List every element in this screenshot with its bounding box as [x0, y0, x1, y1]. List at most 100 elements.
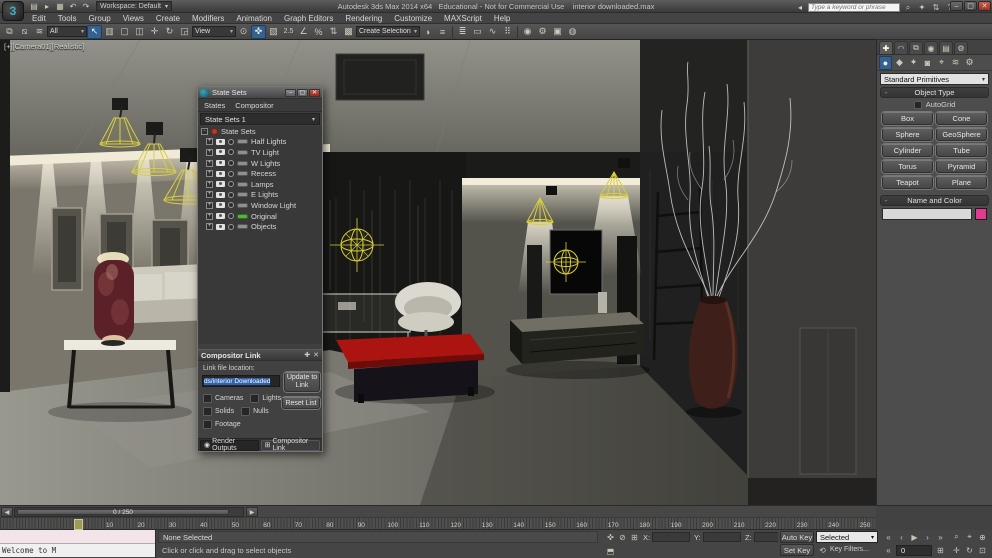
spacewarps-icon[interactable]: ≋	[949, 56, 962, 70]
go-to-end-icon[interactable]: »	[934, 531, 947, 543]
nulls-checkbox[interactable]	[241, 407, 250, 416]
minimize-button[interactable]: –	[950, 1, 963, 11]
unlink-selection-icon[interactable]: ⧅	[17, 25, 32, 39]
dialog-close-icon[interactable]: ✕	[309, 89, 320, 97]
footage-checkbox[interactable]	[203, 420, 212, 429]
spinner-snap-icon[interactable]: ⇅	[326, 25, 341, 39]
state-row[interactable]: + TV Light	[198, 147, 322, 158]
menu-animation[interactable]: Animation	[230, 14, 278, 23]
play-icon[interactable]: ▶	[908, 531, 921, 543]
state-toggle-icon[interactable]	[237, 182, 248, 187]
shapes-icon[interactable]: ◆	[893, 56, 906, 70]
listener-pane[interactable]: Welcome to M	[0, 544, 155, 557]
menu-group[interactable]: Group	[82, 14, 116, 23]
record-state-icon[interactable]	[216, 202, 225, 208]
pyramid-button[interactable]: Pyramid	[936, 160, 987, 173]
state-radio[interactable]	[228, 213, 234, 219]
teapot-button[interactable]: Teapot	[882, 176, 933, 189]
expand-icon[interactable]: +	[206, 149, 213, 156]
render-outputs-tab[interactable]: ◉ Render Outputs	[200, 440, 259, 451]
lights-icon[interactable]: ✦	[907, 56, 920, 70]
camera-viewport[interactable]: [+][Camera01][Realistic]	[0, 40, 876, 505]
select-and-rotate-icon[interactable]: ↻	[162, 25, 177, 39]
previous-key-icon[interactable]: ‹	[895, 531, 908, 543]
expand-icon[interactable]: +	[206, 223, 213, 230]
object-type-rollout[interactable]: - Object Type	[880, 87, 989, 98]
material-editor-icon[interactable]: ◉	[520, 25, 535, 39]
named-selection-dropdown[interactable]: Create Selection Set ▾	[356, 26, 420, 37]
name-color-rollout[interactable]: - Name and Color	[880, 195, 989, 206]
zoom-all-icon[interactable]: ⌖	[963, 531, 976, 543]
state-row[interactable]: + Window Light	[198, 200, 322, 211]
expand-icon[interactable]: +	[206, 181, 213, 188]
go-to-start-icon[interactable]: «	[882, 531, 895, 543]
selection-filter-dropdown[interactable]: All ▾	[47, 26, 87, 37]
expand-icon[interactable]: +	[206, 138, 213, 145]
trackbar-frame-handle[interactable]	[74, 519, 83, 530]
layer-manager-icon[interactable]: ≣	[455, 25, 470, 39]
record-state-icon[interactable]	[216, 139, 225, 145]
set-key-icon[interactable]: ⟲	[816, 544, 829, 556]
expand-icon[interactable]: +	[206, 213, 213, 220]
link-file-input[interactable]: ds/interior Downloaded	[202, 375, 280, 387]
schematic-view-icon[interactable]: ⠿	[500, 25, 515, 39]
select-by-name-icon[interactable]: ▥	[102, 25, 117, 39]
state-sets-titlebar[interactable]: State Sets – ▢ ✕	[198, 87, 322, 99]
menu-edit[interactable]: Edit	[26, 14, 52, 23]
record-state-icon[interactable]	[216, 224, 225, 230]
menu-modifiers[interactable]: Modifiers	[186, 14, 230, 23]
state-row-original[interactable]: + Original	[198, 211, 322, 222]
zoom-icon[interactable]: ⌕	[950, 531, 963, 543]
y-coordinate-field[interactable]	[703, 532, 741, 542]
state-row[interactable]: + E Lights	[198, 190, 322, 201]
maxscript-mini-listener[interactable]: Welcome to M	[0, 530, 156, 558]
record-icon[interactable]	[211, 128, 218, 135]
panel-close-icon[interactable]: ✕	[313, 351, 319, 359]
search-input[interactable]	[808, 3, 900, 12]
expand-icon[interactable]: +	[206, 170, 213, 177]
dialog-minimize-icon[interactable]: –	[285, 89, 296, 97]
tube-button[interactable]: Tube	[936, 144, 987, 157]
select-and-link-icon[interactable]: ⧉	[2, 25, 17, 39]
tab-create-icon[interactable]: ✚	[879, 41, 893, 54]
reset-list-button[interactable]: Reset List	[282, 397, 320, 409]
geometry-icon[interactable]: ●	[879, 56, 892, 70]
tab-motion-icon[interactable]: ◉	[924, 41, 938, 54]
key-mode-dropdown[interactable]: Selected ▾	[816, 531, 878, 543]
plane-button[interactable]: Plane	[936, 176, 987, 189]
orbit-icon[interactable]: ↻	[963, 544, 976, 556]
expand-icon[interactable]: +	[206, 191, 213, 198]
maximize-viewport-icon[interactable]: ⊡	[976, 544, 989, 556]
cylinder-button[interactable]: Cylinder	[882, 144, 933, 157]
rendered-frame-window-icon[interactable]: ▣	[550, 25, 565, 39]
menu-compositor[interactable]: Compositor	[235, 101, 273, 110]
state-row[interactable]: + Recess	[198, 168, 322, 179]
tab-modify-icon[interactable]: ◠	[894, 41, 908, 54]
sphere-button[interactable]: Sphere	[882, 128, 933, 141]
next-frame-arrow[interactable]: ▶	[246, 507, 258, 517]
speaker-left[interactable]	[527, 245, 542, 325]
close-button[interactable]: ✕	[978, 1, 991, 11]
state-radio[interactable]	[228, 139, 234, 145]
record-state-icon[interactable]	[216, 160, 225, 166]
time-slider-handle[interactable]: 0 / 250	[17, 509, 229, 515]
state-row[interactable]: + Lamps	[198, 179, 322, 190]
reference-coordinate-dropdown[interactable]: View ▾	[192, 26, 236, 37]
select-and-scale-icon[interactable]: ◲	[177, 25, 192, 39]
record-state-icon[interactable]	[216, 181, 225, 187]
state-row-objects[interactable]: + Objects	[198, 221, 322, 232]
update-to-link-button[interactable]: Update to Link	[284, 372, 320, 392]
pin-icon[interactable]: ✚	[304, 351, 310, 359]
favorites-icon[interactable]: ✦	[916, 2, 928, 13]
menu-help[interactable]: Help	[488, 14, 516, 23]
state-row[interactable]: + W Lights	[198, 158, 322, 169]
record-state-icon[interactable]	[216, 171, 225, 177]
edit-named-sets-icon[interactable]: ▩	[341, 25, 356, 39]
time-config-icon[interactable]: ⊞	[934, 544, 947, 556]
state-radio[interactable]	[228, 171, 234, 177]
time-slider-track[interactable]: 0 / 250	[14, 507, 244, 517]
select-and-manipulate-icon[interactable]: ✜	[251, 25, 266, 39]
cone-button[interactable]: Cone	[936, 112, 987, 125]
macro-recorder-pane[interactable]	[0, 530, 155, 544]
app-logo-icon[interactable]: 3	[2, 1, 24, 21]
